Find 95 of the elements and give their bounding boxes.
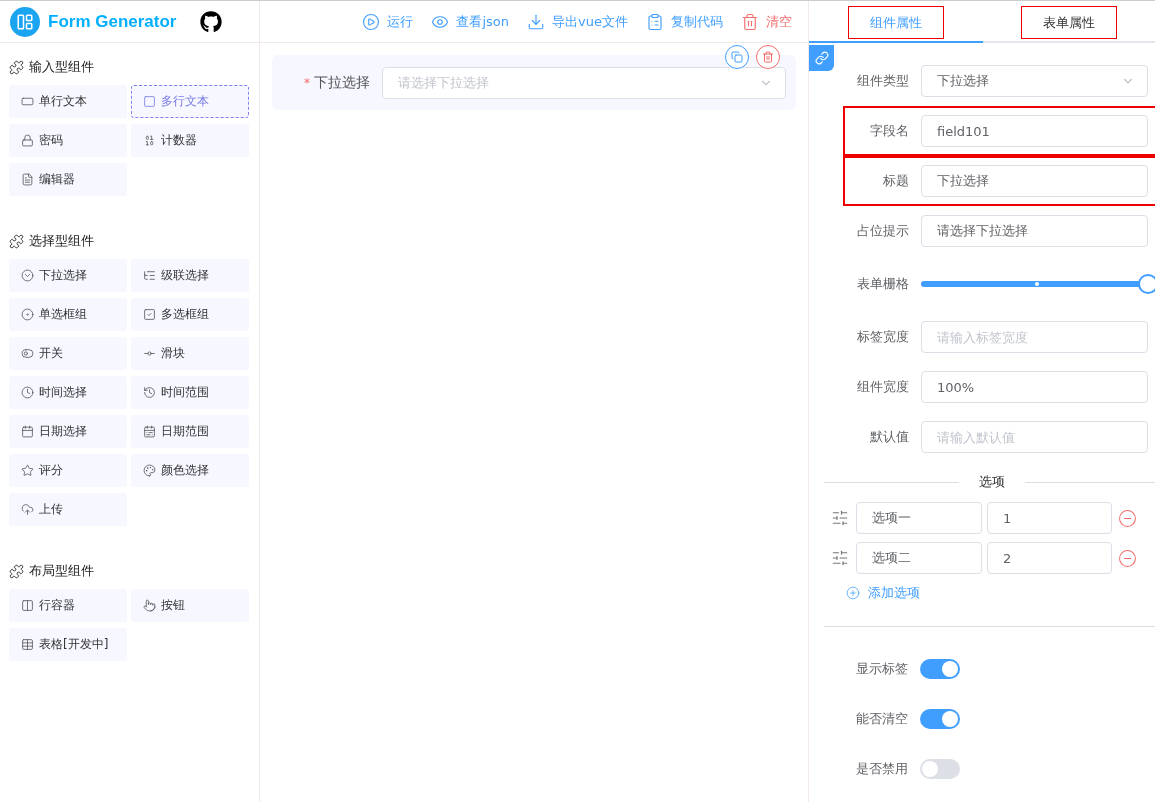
- option-label-field[interactable]: 选项二: [856, 542, 982, 574]
- radio-icon: [21, 308, 34, 321]
- component-item[interactable]: 评分: [9, 454, 127, 487]
- component-item[interactable]: 单选框组: [9, 298, 127, 331]
- group-title: 布局型组件: [29, 562, 94, 580]
- form-label: 是否禁用: [855, 760, 908, 778]
- input-field[interactable]: 请输入标签宽度: [921, 321, 1148, 353]
- form-label: 标签宽度: [856, 328, 909, 346]
- component-item[interactable]: 上传: [9, 493, 127, 526]
- input-icon: [21, 95, 34, 108]
- puzzle-icon: [9, 233, 24, 249]
- toggle-switch[interactable]: [920, 759, 960, 779]
- tab[interactable]: 表单属性: [1021, 6, 1118, 39]
- component-item[interactable]: 多选框组: [131, 298, 249, 331]
- link-icon[interactable]: [809, 45, 834, 71]
- input-field[interactable]: 100%: [921, 371, 1148, 403]
- group-title: 选择型组件: [29, 232, 94, 250]
- toggle-switch[interactable]: [920, 659, 960, 679]
- checkbox-icon: [143, 308, 156, 321]
- component-item[interactable]: 行容器: [9, 589, 127, 622]
- slider-thumb[interactable]: [1138, 274, 1155, 294]
- puzzle-icon: [9, 59, 24, 75]
- clock-icon: [21, 386, 34, 399]
- form-label: 能否清空: [855, 710, 908, 728]
- lock-icon: [21, 134, 34, 147]
- field-label: 下拉选择: [314, 73, 370, 92]
- component-item[interactable]: 按钮: [131, 589, 249, 622]
- component-item[interactable]: 计数器: [131, 124, 249, 157]
- trash-icon: [741, 12, 759, 31]
- component-item[interactable]: 表格[开发中]: [9, 628, 127, 661]
- component-item[interactable]: 滑块: [131, 337, 249, 370]
- calendar-range-icon: [143, 425, 156, 438]
- input-field[interactable]: 请选择下拉选择: [921, 215, 1148, 247]
- numbers-icon: [143, 134, 156, 147]
- group-title: 输入型组件: [29, 58, 94, 76]
- form-label: 标题: [882, 172, 909, 190]
- plus-circle-icon: [846, 586, 860, 600]
- form-item-card[interactable]: * 下拉选择 请选择下拉选择: [272, 55, 796, 110]
- form-label: 默认值: [869, 428, 909, 446]
- calendar-icon: [21, 425, 34, 438]
- columns-icon: [21, 599, 34, 612]
- component-item[interactable]: 开关: [9, 337, 127, 370]
- component-item[interactable]: 颜色选择: [131, 454, 249, 487]
- required-mark: *: [304, 75, 310, 90]
- option-value-field[interactable]: 2: [987, 542, 1112, 574]
- chevron-circle-icon: [21, 269, 34, 282]
- textarea-icon: [143, 95, 156, 108]
- app-title: Form Generator: [48, 11, 177, 32]
- form-label: 显示标签: [855, 660, 908, 678]
- remove-icon[interactable]: [1118, 508, 1137, 528]
- option-value-field[interactable]: 1: [987, 502, 1112, 534]
- component-item[interactable]: 日期范围: [131, 415, 249, 448]
- pointer-icon: [143, 599, 156, 612]
- option-label-field[interactable]: 选项一: [856, 502, 982, 534]
- trash-icon: [762, 51, 774, 63]
- component-item[interactable]: 级联选择: [131, 259, 249, 292]
- form-label: 占位提示: [856, 222, 909, 240]
- form-label: 组件类型: [856, 72, 909, 90]
- copy-icon: [731, 51, 743, 63]
- component-item[interactable]: 多行文本: [131, 85, 249, 118]
- copy-button[interactable]: [725, 45, 749, 69]
- component-item[interactable]: 时间范围: [131, 376, 249, 409]
- logo-icon: [10, 6, 40, 37]
- drag-handle-icon[interactable]: [831, 509, 849, 527]
- toggle-switch[interactable]: [920, 709, 960, 729]
- component-item[interactable]: 单行文本: [9, 85, 127, 118]
- clipboard-icon: [646, 12, 664, 31]
- puzzle-icon: [9, 563, 24, 579]
- delete-button[interactable]: [756, 45, 780, 69]
- palette-icon: [143, 464, 156, 477]
- download-icon: [527, 12, 546, 31]
- select-field[interactable]: 下拉选择: [921, 65, 1148, 97]
- history-icon: [143, 386, 156, 399]
- upload-icon: [21, 503, 34, 516]
- form-label: 组件宽度: [856, 378, 909, 396]
- toggle-icon: [21, 347, 34, 360]
- star-icon: [21, 464, 34, 477]
- input-field[interactable]: field101: [921, 115, 1148, 147]
- section-title: 选项: [979, 473, 1005, 491]
- tree-icon: [143, 269, 156, 282]
- form-label: 表单栅格: [856, 275, 909, 293]
- component-item[interactable]: 下拉选择: [9, 259, 127, 292]
- play-icon: [362, 12, 381, 31]
- input-field[interactable]: 请输入默认值: [921, 421, 1148, 453]
- table-icon: [21, 638, 34, 651]
- component-item[interactable]: 编辑器: [9, 163, 127, 196]
- github-icon[interactable]: [200, 10, 223, 33]
- component-item[interactable]: 时间选择: [9, 376, 127, 409]
- component-item[interactable]: 密码: [9, 124, 127, 157]
- form-label: 字段名: [869, 122, 909, 140]
- drag-handle-icon[interactable]: [831, 549, 849, 567]
- remove-icon[interactable]: [1118, 548, 1137, 568]
- input-field[interactable]: 下拉选择: [921, 165, 1148, 197]
- component-item[interactable]: 日期选择: [9, 415, 127, 448]
- document-icon: [21, 173, 34, 186]
